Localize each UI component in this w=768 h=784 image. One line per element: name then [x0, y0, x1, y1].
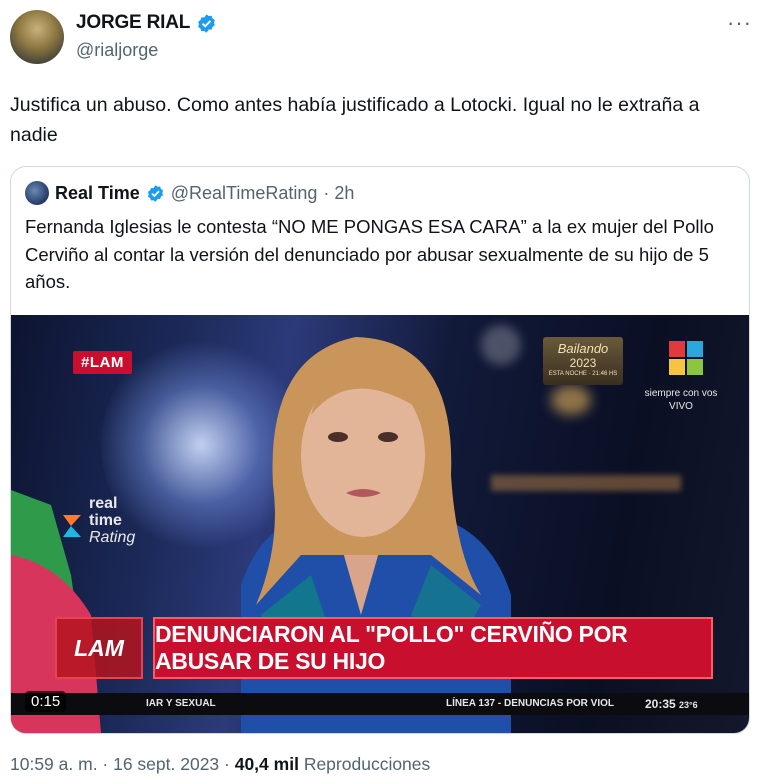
- quote-avatar[interactable]: [25, 181, 49, 205]
- lam-logo: LAM: [55, 617, 143, 679]
- video-duration: 0:15: [25, 691, 67, 712]
- author-avatar[interactable]: [10, 10, 64, 64]
- verified-badge-icon: [198, 13, 215, 33]
- quote-author-name[interactable]: Real Time: [55, 183, 140, 204]
- live-label: VIVO: [669, 401, 693, 412]
- clock-time: 20:35: [645, 697, 676, 711]
- promo-title: Bailando: [557, 341, 609, 356]
- tweet-timestamp[interactable]: 10:59 a. m. · 16 sept. 2023 ·: [10, 754, 235, 774]
- news-ticker: IAR Y SEXUAL LÍNEA 137 - DENUNCIAS POR V…: [11, 693, 749, 715]
- bailando-promo: Bailando 2023 ESTA NOCHE · 21:46 HS: [543, 337, 623, 385]
- promo-year: 2023: [569, 356, 597, 370]
- watermark-line: real: [89, 495, 118, 512]
- telefe-logo-icon: [669, 341, 703, 375]
- ticker-text: LÍNEA 137 - DENUNCIAS POR VIOL: [446, 698, 614, 709]
- views-label: Reproducciones: [303, 754, 431, 774]
- quote-handle[interactable]: @RealTimeRating: [171, 183, 318, 204]
- author-handle[interactable]: @rialjorge: [76, 40, 158, 61]
- view-count: 40,4 mil: [234, 754, 299, 774]
- temperature: 23°6: [679, 700, 698, 710]
- channel-tag: siempre con vos VIVO: [641, 387, 721, 413]
- author-name-row: JORGE RIAL: [76, 12, 217, 34]
- quote-header: Real Time @RealTimeRating · 2h: [25, 181, 354, 205]
- promo-sub: ESTA NOCHE · 21:46 HS: [548, 371, 618, 377]
- watermark-line: time: [89, 512, 122, 529]
- more-icon[interactable]: ···: [727, 10, 752, 36]
- real-time-watermark: real time Rating: [61, 495, 135, 546]
- author-name[interactable]: JORGE RIAL: [76, 12, 190, 34]
- hashtag-badge: #LAM: [73, 351, 132, 374]
- channel-slogan: siempre con vos: [644, 388, 718, 399]
- verified-badge-icon: [147, 184, 163, 202]
- video-player[interactable]: #LAM real time Rating Bailando 2023 ESTA…: [11, 315, 749, 733]
- quote-text: Fernanda Iglesias le contesta “NO ME PON…: [25, 216, 714, 292]
- quote-time[interactable]: · 2h: [323, 183, 354, 204]
- ticker-text: IAR Y SEXUAL: [146, 698, 216, 709]
- ticker-clock: 20:35 23°6: [645, 697, 698, 711]
- quoted-tweet[interactable]: Real Time @RealTimeRating · 2h Fernanda …: [10, 166, 750, 734]
- headline-banner: DENUNCIARON AL "POLLO" CERVIÑO POR ABUSA…: [153, 617, 713, 679]
- watermark-line: Rating: [89, 529, 136, 546]
- tweet-footer: 10:59 a. m. · 16 sept. 2023 · 40,4 mil R…: [10, 754, 430, 775]
- lower-third: LAM DENUNCIARON AL "POLLO" CERVIÑO POR A…: [49, 615, 729, 683]
- tweet-text: Justifica un abuso. Como antes había jus…: [10, 94, 700, 146]
- real-time-logo-icon: [63, 515, 81, 537]
